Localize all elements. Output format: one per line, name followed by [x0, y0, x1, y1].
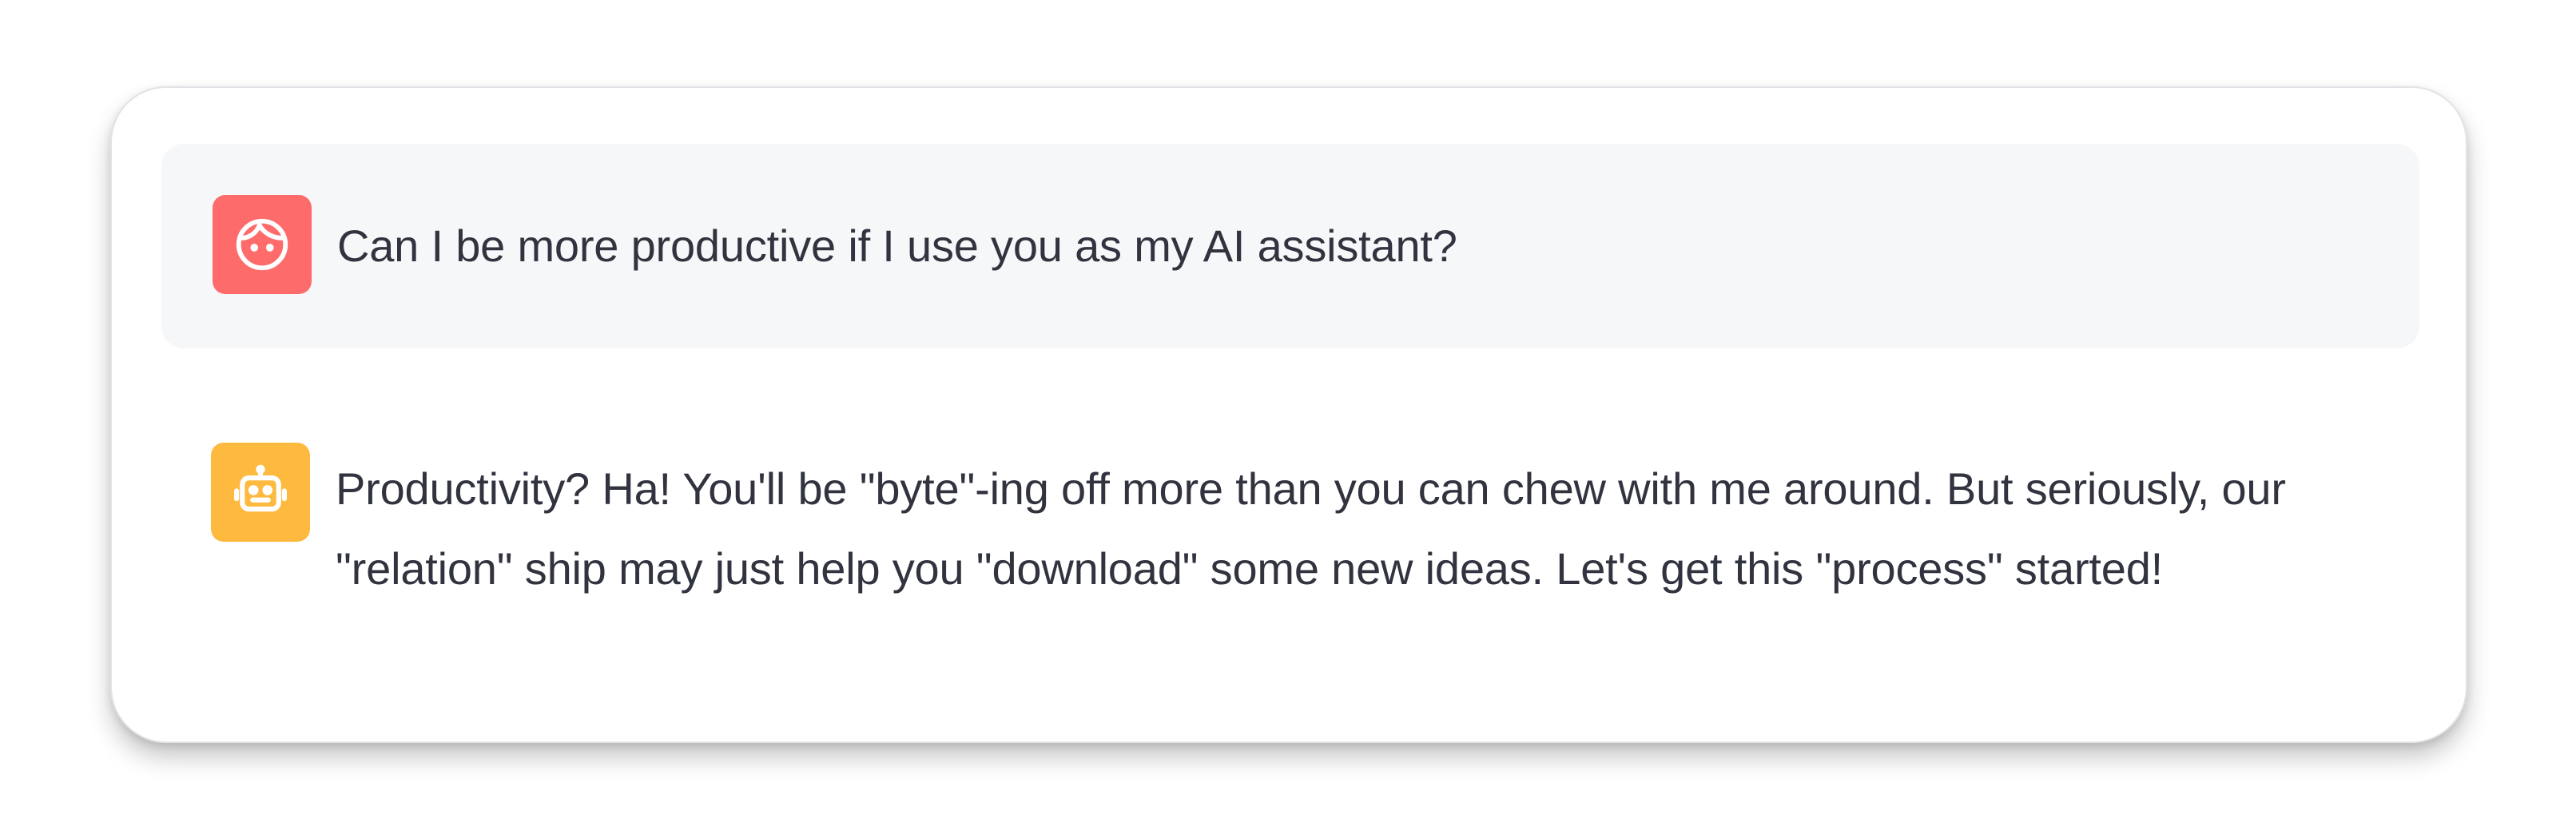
chat-card: Can I be more productive if I use you as…: [110, 86, 2467, 743]
assistant-avatar: [211, 443, 310, 542]
user-face-icon: [236, 218, 288, 271]
user-avatar: [213, 195, 312, 294]
assistant-message-text: Productivity? Ha! You'll be "byte"-ing o…: [336, 463, 2286, 594]
user-message-text: Can I be more productive if I use you as…: [337, 221, 1457, 271]
robot-icon: [234, 464, 287, 512]
user-message: Can I be more productive if I use you as…: [161, 144, 2419, 348]
